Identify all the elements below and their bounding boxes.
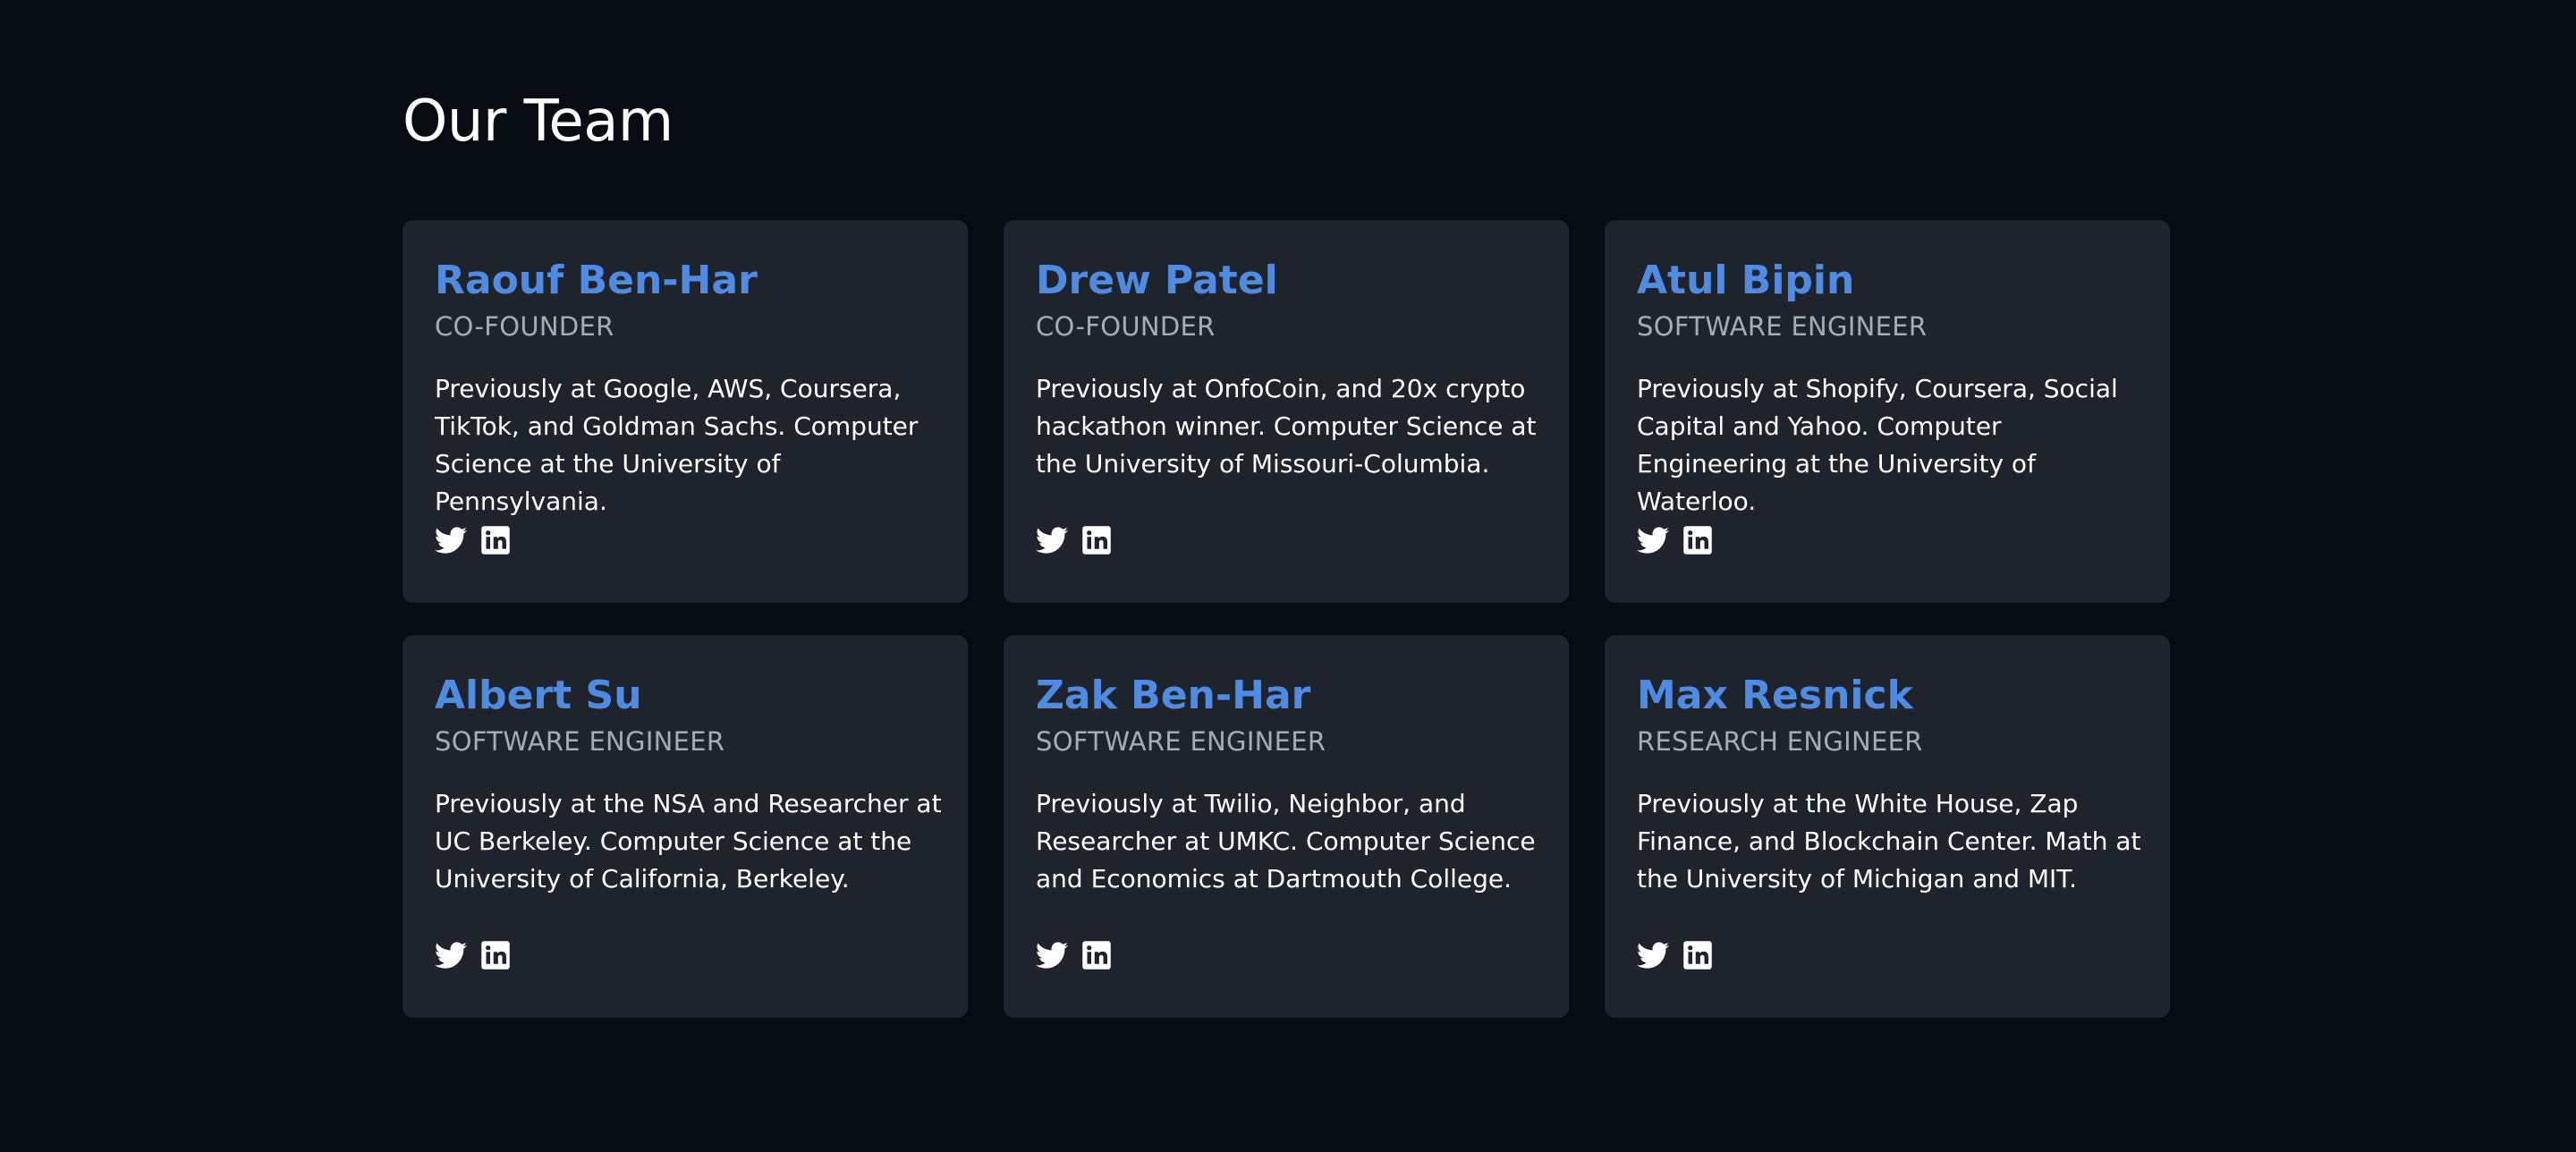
twitter-icon xyxy=(1036,527,1068,554)
linkedin-icon xyxy=(1683,526,1712,555)
member-bio: Previously at the NSA and Researcher at … xyxy=(435,789,942,894)
team-card-drew-patel: Drew Patel CO-FOUNDER Previously at Onfo… xyxy=(1004,220,1569,603)
member-name: Zak Ben-Har xyxy=(1036,673,1311,718)
member-bio: Previously at the White House, Zap Finan… xyxy=(1637,789,2141,894)
social-links xyxy=(1036,524,1113,556)
social-links xyxy=(435,524,512,556)
member-role: RESEARCH ENGINEER xyxy=(1637,726,1923,757)
member-name: Max Resnick xyxy=(1637,673,1913,718)
member-role: CO-FOUNDER xyxy=(435,311,614,342)
linkedin-link[interactable] xyxy=(1682,939,1714,971)
member-role: SOFTWARE ENGINEER xyxy=(1637,311,1928,342)
member-bio: Previously at Google, AWS, Coursera, Tik… xyxy=(435,374,919,516)
team-card-zak-ben-har: Zak Ben-Har SOFTWARE ENGINEER Previously… xyxy=(1004,635,1569,1018)
member-role: SOFTWARE ENGINEER xyxy=(435,726,725,757)
member-role: SOFTWARE ENGINEER xyxy=(1036,726,1326,757)
twitter-link[interactable] xyxy=(1036,524,1068,556)
page-title: Our Team xyxy=(402,89,674,155)
twitter-link[interactable] xyxy=(1637,524,1669,556)
linkedin-icon xyxy=(1683,941,1712,970)
member-name: Drew Patel xyxy=(1036,258,1278,303)
social-links xyxy=(1637,524,1714,556)
member-name: Raouf Ben-Har xyxy=(435,258,758,303)
linkedin-link[interactable] xyxy=(479,524,512,556)
social-links xyxy=(435,939,512,971)
social-links xyxy=(1637,939,1714,971)
linkedin-link[interactable] xyxy=(1080,524,1113,556)
linkedin-icon xyxy=(481,526,510,555)
member-role: CO-FOUNDER xyxy=(1036,311,1216,342)
twitter-link[interactable] xyxy=(435,939,467,971)
member-bio: Previously at OnfoCoin, and 20x crypto h… xyxy=(1036,374,1537,479)
team-card-max-resnick: Max Resnick RESEARCH ENGINEER Previously… xyxy=(1605,635,2170,1018)
twitter-link[interactable] xyxy=(1637,939,1669,971)
linkedin-link[interactable] xyxy=(1682,524,1714,556)
twitter-link[interactable] xyxy=(1036,939,1068,971)
member-bio: Previously at Shopify, Coursera, Social … xyxy=(1637,374,2118,516)
team-card-raouf-ben-har: Raouf Ben-Har CO-FOUNDER Previously at G… xyxy=(402,220,968,603)
twitter-link[interactable] xyxy=(435,524,467,556)
member-bio: Previously at Twilio, Neighbor, and Rese… xyxy=(1036,789,1536,894)
member-name: Atul Bipin xyxy=(1637,258,1855,303)
team-card-atul-bipin: Atul Bipin SOFTWARE ENGINEER Previously … xyxy=(1605,220,2170,603)
linkedin-icon xyxy=(481,941,510,970)
team-grid: Raouf Ben-Har CO-FOUNDER Previously at G… xyxy=(402,220,2170,1018)
member-name: Albert Su xyxy=(435,673,642,718)
twitter-icon xyxy=(1036,942,1068,969)
twitter-icon xyxy=(435,527,467,554)
linkedin-icon xyxy=(1082,941,1111,970)
twitter-icon xyxy=(435,942,467,969)
linkedin-icon xyxy=(1082,526,1111,555)
twitter-icon xyxy=(1637,942,1669,969)
linkedin-link[interactable] xyxy=(479,939,512,971)
twitter-icon xyxy=(1637,527,1669,554)
social-links xyxy=(1036,939,1113,971)
team-card-albert-su: Albert Su SOFTWARE ENGINEER Previously a… xyxy=(402,635,968,1018)
linkedin-link[interactable] xyxy=(1080,939,1113,971)
